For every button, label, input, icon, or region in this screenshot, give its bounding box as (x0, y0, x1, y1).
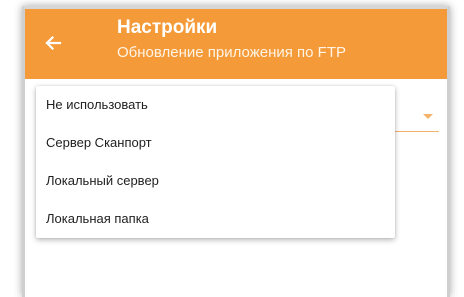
app-bar: Настройки Обновление приложения по FTP (25, 9, 447, 79)
page-subtitle: Обновление приложения по FTP (117, 44, 347, 61)
triangle-down-icon (423, 114, 433, 119)
arrow-left-icon (45, 35, 62, 51)
dropdown-option-scanport-server[interactable]: Сервер Сканпорт (36, 124, 395, 162)
dropdown-option-local-server[interactable]: Локальный сервер (36, 162, 395, 200)
page-title: Настройки (117, 17, 218, 38)
dropdown-menu: Не использовать Сервер Сканпорт Локальны… (36, 86, 395, 238)
dropdown-option-not-used[interactable]: Не использовать (36, 86, 395, 124)
appbar-titles: Настройки Обновление приложения по FTP (117, 16, 346, 64)
back-button[interactable] (39, 29, 67, 57)
dropdown-option-local-folder[interactable]: Локальная папка (36, 200, 395, 238)
